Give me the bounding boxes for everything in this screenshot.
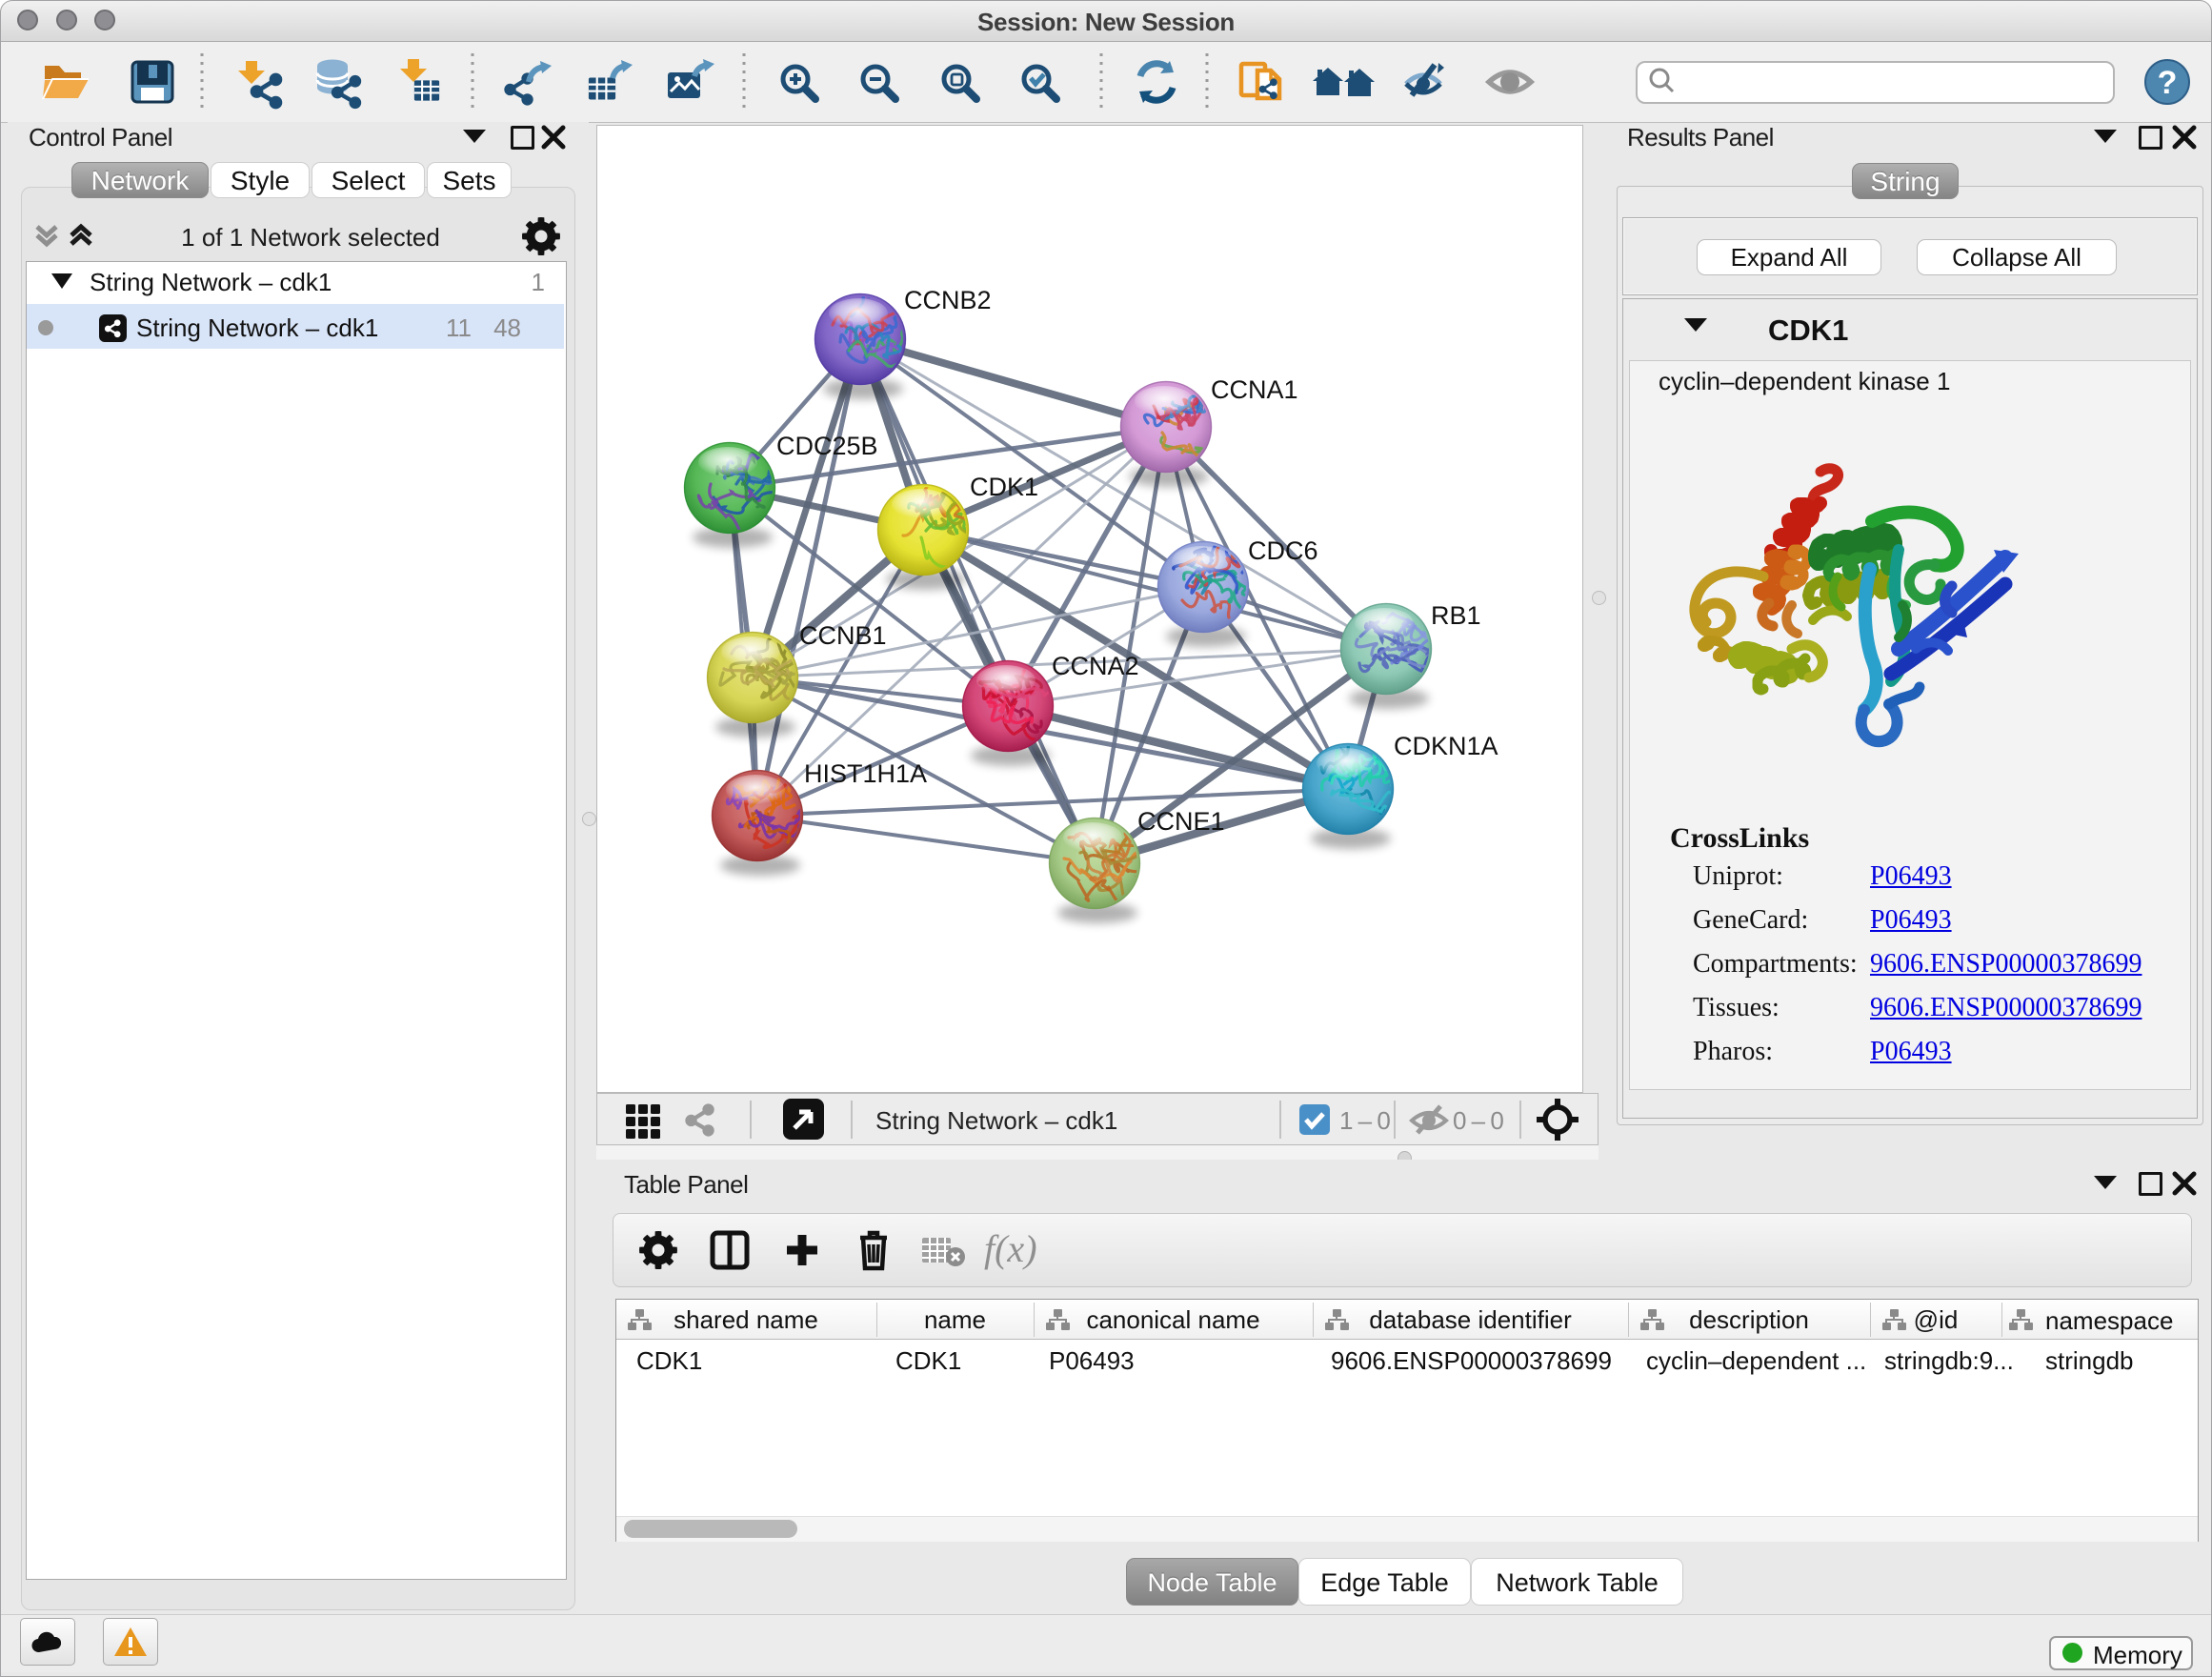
svg-text:HIST1H1A: HIST1H1A (804, 759, 927, 788)
svg-text:?: ? (2158, 65, 2178, 101)
svg-text:CDC25B: CDC25B (776, 432, 878, 460)
svg-text:RB1: RB1 (1431, 601, 1481, 630)
svg-text:CDKN1A: CDKN1A (1394, 732, 1498, 760)
svg-text:CDK1: CDK1 (970, 473, 1038, 501)
svg-text:CCNE1: CCNE1 (1137, 807, 1225, 836)
svg-text:CCNB1: CCNB1 (799, 621, 887, 650)
svg-text:CCNB2: CCNB2 (904, 286, 992, 314)
svg-text:CDC6: CDC6 (1248, 536, 1318, 565)
svg-text:CCNA1: CCNA1 (1211, 375, 1298, 404)
svg-text:CCNA2: CCNA2 (1052, 652, 1139, 680)
